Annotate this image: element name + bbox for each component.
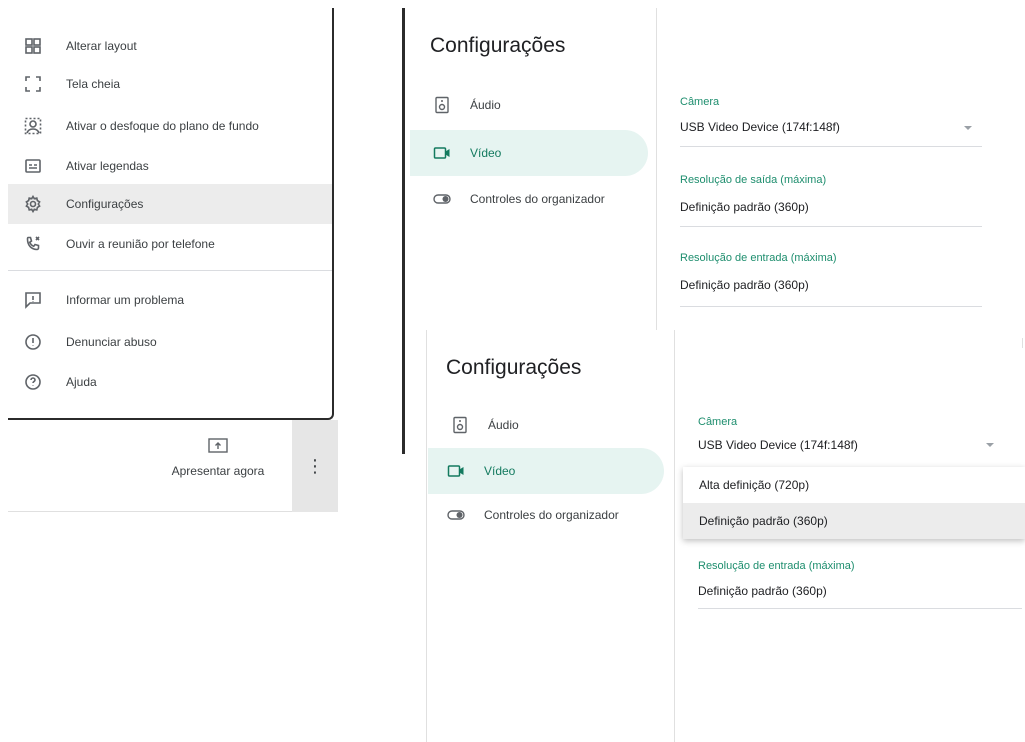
menu-item-label: Alterar layout: [66, 39, 137, 53]
settings-divider: [656, 8, 657, 330]
nav-item-audio[interactable]: Áudio: [428, 402, 666, 448]
menu-divider: [8, 270, 332, 271]
nav-item-video[interactable]: Vídeo: [428, 448, 664, 494]
receive-resolution-underline: [698, 608, 1022, 609]
camera-dropdown-arrow[interactable]: [964, 126, 972, 130]
nav-item-label: Áudio: [470, 98, 501, 112]
nav-item-label: Controles do organizador: [484, 508, 619, 522]
camera-select[interactable]: USB Video Device (174f:148f): [698, 438, 858, 452]
present-screen-icon: [208, 438, 228, 453]
menu-item-label: Ajuda: [66, 375, 97, 389]
video-icon: [446, 461, 466, 481]
layout-icon: [22, 35, 44, 57]
help-icon: [22, 371, 44, 393]
blur-background-icon: [22, 115, 44, 137]
send-resolution-underline: [680, 226, 982, 227]
window-edge: [402, 8, 405, 454]
more-vert-icon: ⋮: [306, 455, 324, 476]
dropdown-option-720p[interactable]: Alta definição (720p): [683, 467, 1025, 503]
nav-item-host-controls[interactable]: Controles do organizador: [428, 492, 666, 538]
menu-item-help[interactable]: Ajuda: [8, 362, 332, 402]
menu-item-blur-background[interactable]: Ativar o desfoque do plano de fundo: [8, 106, 332, 146]
call-bottom-bar: Apresentar agora ⋮: [8, 420, 338, 512]
menu-item-label: Denunciar abuso: [66, 335, 157, 349]
speaker-icon: [450, 415, 470, 435]
nav-item-audio[interactable]: Áudio: [410, 82, 648, 128]
captions-icon: [22, 155, 44, 177]
video-icon: [432, 143, 452, 163]
receive-resolution-label: Resolução de entrada (máxima): [680, 252, 837, 264]
nav-item-label: Áudio: [488, 418, 519, 432]
toggle-icon: [432, 189, 452, 209]
camera-label: Câmera: [698, 416, 738, 428]
settings-title: Configurações: [446, 356, 582, 379]
menu-item-report-problem[interactable]: Informar um problema: [8, 280, 332, 320]
dropdown-option-360p[interactable]: Definição padrão (360p): [683, 503, 1025, 539]
present-now-label: Apresentar agora: [171, 464, 265, 478]
send-resolution-select[interactable]: Definição padrão (360p): [680, 200, 809, 214]
menu-item-label: Ativar legendas: [66, 159, 149, 173]
nav-item-label: Controles do organizador: [470, 192, 605, 206]
send-resolution-dropdown: Alta definição (720p) Definição padrão (…: [683, 467, 1025, 539]
menu-item-label: Ouvir a reunião por telefone: [66, 237, 215, 251]
speaker-icon: [432, 95, 452, 115]
more-options-menu: Alterar layout Tela cheia Ativar o desfo…: [8, 8, 334, 420]
receive-resolution-select[interactable]: Definição padrão (360p): [698, 584, 827, 598]
nav-item-label: Vídeo: [470, 146, 502, 160]
menu-item-label: Ativar o desfoque do plano de fundo: [66, 119, 259, 133]
camera-dropdown-arrow[interactable]: [986, 443, 994, 447]
dialog-left-edge: [426, 330, 427, 742]
menu-item-captions[interactable]: Ativar legendas: [8, 146, 332, 186]
dialog-corner-mark: [1022, 338, 1023, 348]
menu-item-settings[interactable]: Configurações: [8, 184, 332, 224]
menu-item-label: Informar um problema: [66, 293, 185, 307]
toggle-icon: [446, 505, 466, 525]
camera-select[interactable]: USB Video Device (174f:148f): [680, 120, 840, 134]
info-icon: [22, 331, 44, 353]
camera-label: Câmera: [680, 96, 720, 108]
menu-item-label: Tela cheia: [66, 77, 121, 91]
settings-divider: [674, 330, 675, 742]
report-problem-icon: [22, 289, 44, 311]
menu-item-fullscreen[interactable]: Tela cheia: [8, 64, 332, 104]
phone-icon: [22, 233, 44, 255]
nav-item-label: Vídeo: [484, 464, 516, 478]
settings-title: Configurações: [430, 34, 566, 57]
menu-item-change-layout[interactable]: Alterar layout: [8, 26, 332, 66]
camera-underline: [680, 146, 982, 147]
nav-item-video[interactable]: Vídeo: [410, 130, 648, 176]
nav-item-host-controls[interactable]: Controles do organizador: [410, 176, 648, 222]
receive-resolution-select[interactable]: Definição padrão (360p): [680, 278, 809, 292]
gear-icon: [22, 193, 44, 215]
more-options-button[interactable]: ⋮: [292, 420, 338, 512]
receive-resolution-underline: [680, 306, 982, 307]
fullscreen-icon: [22, 73, 44, 95]
send-resolution-label: Resolução de saída (máxima): [680, 174, 827, 186]
menu-item-label: Configurações: [66, 197, 144, 211]
menu-item-report-abuse[interactable]: Denunciar abuso: [8, 322, 332, 362]
menu-item-phone-audio[interactable]: Ouvir a reunião por telefone: [8, 224, 332, 264]
present-now-button[interactable]: Apresentar agora: [148, 438, 288, 498]
receive-resolution-label: Resolução de entrada (máxima): [698, 560, 855, 572]
